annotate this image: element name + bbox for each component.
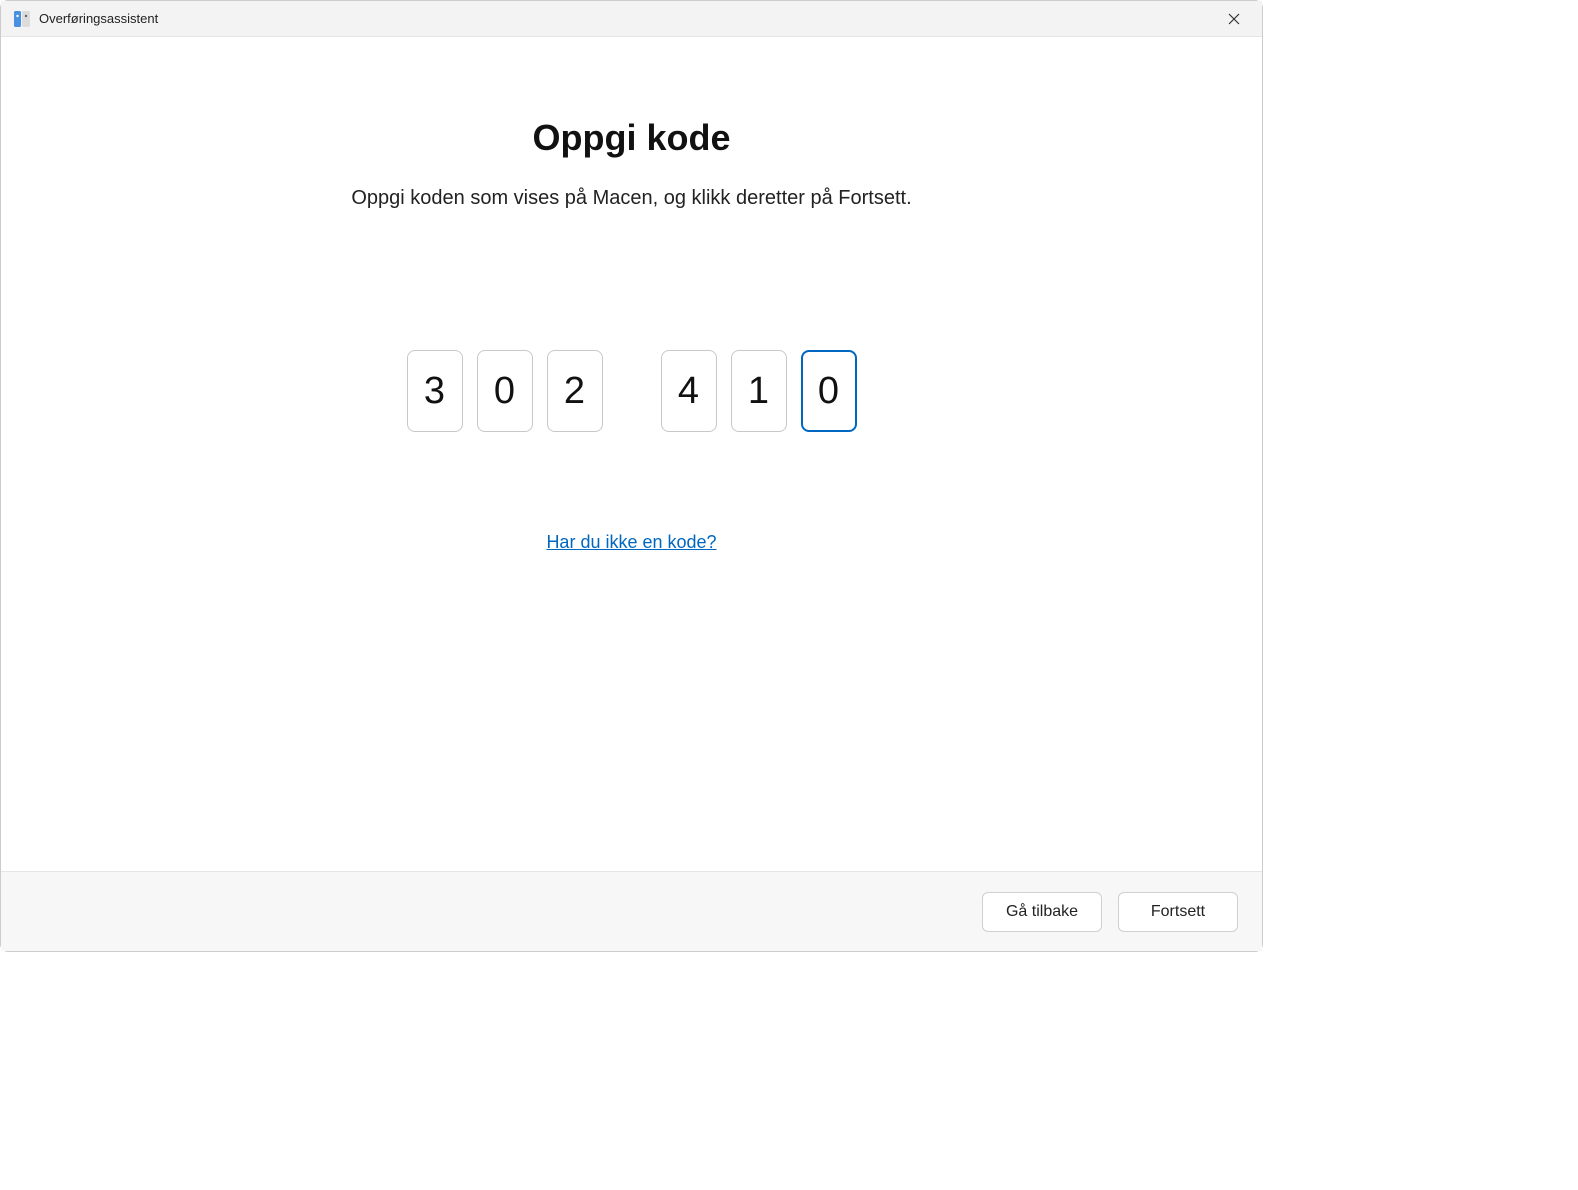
footer-bar: Gå tilbake Fortsett <box>1 871 1262 951</box>
main-content: Oppgi kode Oppgi koden som vises på Mace… <box>1 37 1262 871</box>
window-title: Overføringsassistent <box>39 11 158 26</box>
close-button[interactable] <box>1214 4 1254 34</box>
code-digit-4[interactable] <box>661 350 717 432</box>
code-group-gap <box>617 350 647 432</box>
code-digit-2[interactable] <box>477 350 533 432</box>
code-digit-5[interactable] <box>731 350 787 432</box>
code-input-row <box>407 350 857 432</box>
page-heading: Oppgi kode <box>533 117 731 159</box>
instruction-text: Oppgi koden som vises på Macen, og klikk… <box>351 187 911 210</box>
code-digit-6[interactable] <box>801 350 857 432</box>
back-button[interactable]: Gå tilbake <box>982 892 1102 932</box>
titlebar-left: Overføringsassistent <box>13 10 158 28</box>
migration-assistant-icon <box>13 10 31 28</box>
code-digit-1[interactable] <box>407 350 463 432</box>
code-digit-3[interactable] <box>547 350 603 432</box>
continue-button[interactable]: Fortsett <box>1118 892 1238 932</box>
titlebar: Overføringsassistent <box>1 1 1262 37</box>
no-code-link[interactable]: Har du ikke en kode? <box>546 532 716 553</box>
